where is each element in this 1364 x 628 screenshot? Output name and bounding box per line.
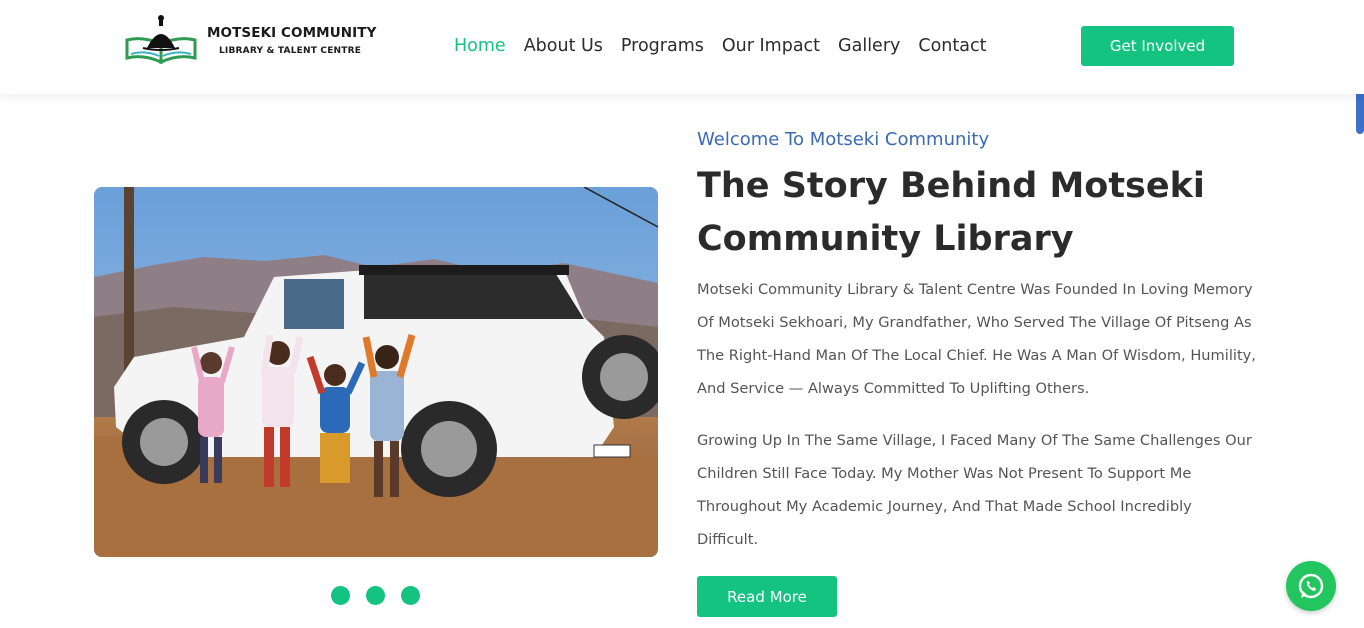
whatsapp-button[interactable] [1286, 561, 1336, 611]
site-header: MOTSEKI COMMUNITY LIBRARY & TALENT CENTR… [0, 0, 1364, 94]
slider-dots [331, 586, 420, 605]
nav-our-impact[interactable]: Our Impact [722, 34, 820, 58]
welcome-subtitle: Welcome To Motseki Community [697, 129, 990, 150]
library-logo-icon [125, 15, 197, 65]
get-involved-button[interactable]: Get Involved [1081, 26, 1234, 66]
hero-image-slide [94, 187, 658, 557]
logo-title: MOTSEKI COMMUNITY [207, 25, 377, 41]
story-paragraph-2: Growing Up In The Same Village, I Faced … [697, 432, 1252, 548]
read-more-button[interactable]: Read More [697, 576, 837, 617]
nav-programs[interactable]: Programs [621, 34, 704, 58]
photo-children-jeep-icon [94, 187, 658, 557]
whatsapp-icon [1298, 573, 1324, 599]
nav-gallery[interactable]: Gallery [838, 34, 900, 58]
slider-dot-1[interactable] [331, 586, 350, 605]
nav-home[interactable]: Home [454, 34, 506, 58]
section-heading: The Story Behind Motseki Community Libra… [697, 166, 1205, 259]
slider-dot-3[interactable] [401, 586, 420, 605]
nav-contact[interactable]: Contact [918, 34, 986, 58]
nav-about-us[interactable]: About Us [524, 34, 603, 58]
logo-subtitle: LIBRARY & TALENT CENTRE [219, 46, 362, 56]
story-paragraph-1: Motseki Community Library & Talent Centr… [697, 281, 1256, 397]
site-logo[interactable]: MOTSEKI COMMUNITY LIBRARY & TALENT CENTR… [125, 14, 376, 66]
main-nav: Home About Us Programs Our Impact Galler… [454, 34, 1004, 58]
slider-dot-2[interactable] [366, 586, 385, 605]
